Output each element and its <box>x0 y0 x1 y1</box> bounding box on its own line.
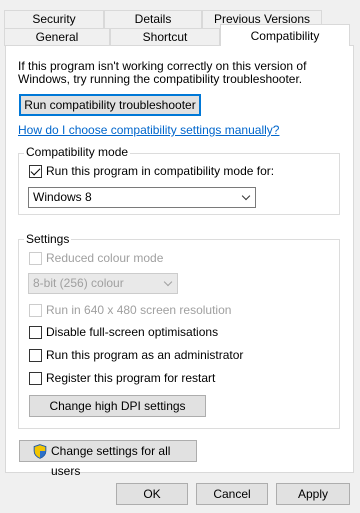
manual-settings-link[interactable]: How do I choose compatibility settings m… <box>18 123 279 137</box>
intro-text: If this program isn't working correctly … <box>18 59 307 86</box>
tab-general[interactable]: General <box>4 28 110 46</box>
chevron-down-icon <box>241 191 251 201</box>
change-high-dpi-button[interactable]: Change high DPI settings <box>29 395 206 417</box>
ok-button[interactable]: OK <box>116 483 188 505</box>
settings-legend: Settings <box>24 232 72 246</box>
os-version-select[interactable]: Windows 8 <box>28 187 256 208</box>
uac-shield-icon <box>33 444 47 459</box>
compat-mode-label: Run this program in compatibility mode f… <box>46 164 275 178</box>
tab-compatibility[interactable]: Compatibility <box>220 24 350 46</box>
apply-button[interactable]: Apply <box>276 483 350 505</box>
tab-shortcut-label: Shortcut <box>142 30 188 44</box>
register-restart-checkbox[interactable] <box>29 372 42 385</box>
reduced-colour-label: Reduced colour mode <box>46 251 164 265</box>
disable-fullscreen-label: Disable full-screen optimisations <box>46 325 219 339</box>
chevron-down-icon <box>163 277 173 287</box>
change-all-users-button[interactable]: Change settings for all users <box>19 440 197 478</box>
compat-mode-checkbox[interactable] <box>29 165 42 178</box>
os-version-value: Windows 8 <box>33 190 92 204</box>
reduced-colour-checkbox[interactable] <box>29 252 42 265</box>
tab-details[interactable]: Details <box>104 10 202 28</box>
tab-shortcut[interactable]: Shortcut <box>110 28 220 46</box>
run-admin-checkbox[interactable] <box>29 349 42 362</box>
run-troubleshooter-button[interactable]: Run compatibility troubleshooter <box>19 94 201 116</box>
run-admin-label: Run this program as an administrator <box>46 348 244 362</box>
compatibility-panel: If this program isn't working correctly … <box>5 45 354 478</box>
tab-compatibility-label: Compatibility <box>250 29 320 43</box>
colour-depth-value: 8-bit (256) colour <box>33 276 124 290</box>
run-640-label: Run in 640 x 480 screen resolution <box>46 303 232 317</box>
tab-security[interactable]: Security <box>4 10 104 28</box>
register-restart-label: Register this program for restart <box>46 371 216 385</box>
run-640-checkbox[interactable] <box>29 304 42 317</box>
tab-details-label: Details <box>134 12 172 26</box>
compatibility-mode-legend: Compatibility mode <box>24 145 131 159</box>
disable-fullscreen-checkbox[interactable] <box>29 326 42 339</box>
cancel-button[interactable]: Cancel <box>196 483 268 505</box>
tab-general-label: General <box>35 30 79 44</box>
change-all-users-label: Change settings for all users <box>51 444 171 478</box>
colour-depth-select[interactable]: 8-bit (256) colour <box>28 273 178 294</box>
tab-security-label: Security <box>32 12 76 26</box>
